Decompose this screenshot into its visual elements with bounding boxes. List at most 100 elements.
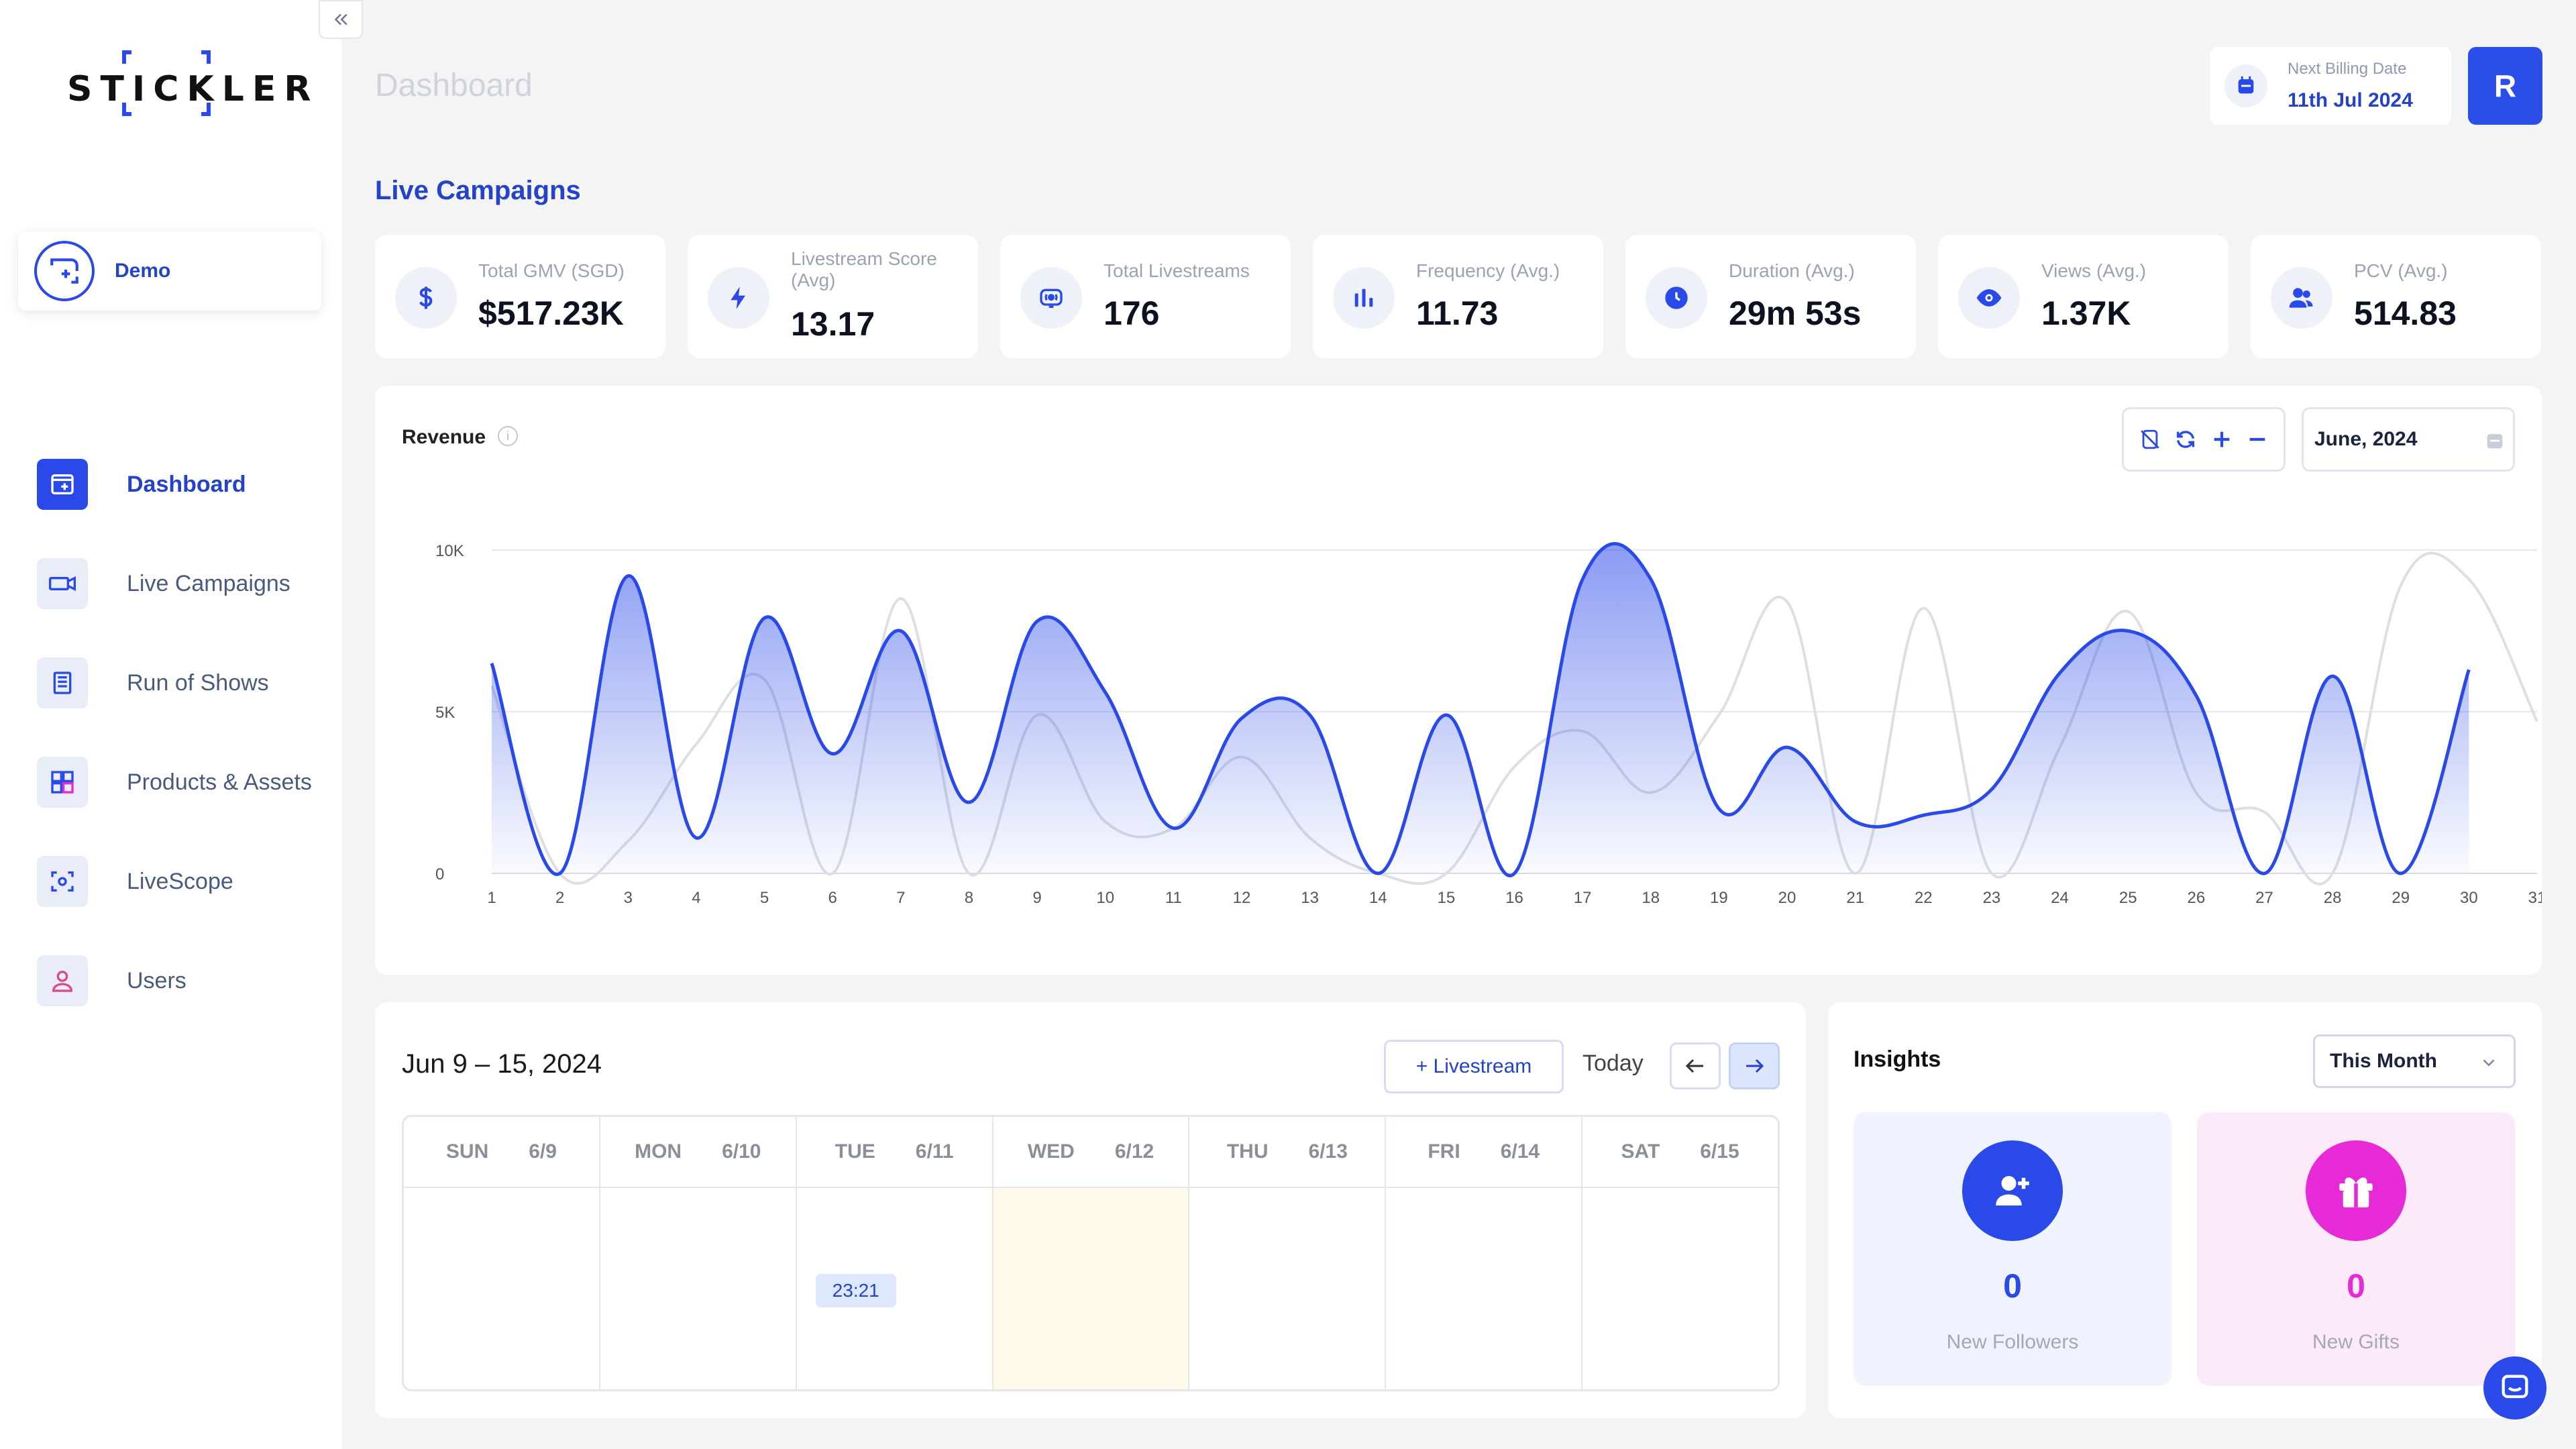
billing-date: 11th Jul 2024	[2288, 89, 2413, 111]
revenue-title: Revenue	[402, 426, 486, 448]
x-tick-label: 13	[1301, 889, 1319, 907]
calendar-event[interactable]: 23:21	[815, 1274, 896, 1307]
sidebar-item-label: Live Campaigns	[127, 570, 290, 596]
day-date: 6/11	[915, 1140, 954, 1163]
x-tick-label: 27	[2255, 889, 2273, 907]
x-tick-label: 23	[1983, 889, 2001, 907]
insights-card: Insights This Month 0 New Followers 0 Ne…	[1828, 1002, 2542, 1418]
x-tick-label: 31	[2528, 889, 2542, 907]
x-tick-label: 4	[692, 889, 700, 907]
day-name: FRI	[1428, 1140, 1460, 1163]
logo-corner-mark	[122, 50, 131, 64]
day-column-today[interactable]: WED 6/12	[993, 1117, 1190, 1389]
x-tick-label: 16	[1505, 889, 1523, 907]
calendar-icon	[2224, 64, 2267, 107]
chart-toolbar	[2122, 407, 2286, 472]
calendar-icon	[2487, 434, 2503, 449]
sidebar-item-label: Users	[127, 967, 186, 994]
today-button[interactable]: Today	[1582, 1051, 1644, 1077]
day-column[interactable]: FRI 6/14	[1386, 1117, 1583, 1389]
insights-period-select[interactable]: This Month	[2313, 1034, 2516, 1088]
products-grid-icon	[37, 757, 88, 808]
day-column[interactable]: MON 6/10	[600, 1117, 797, 1389]
day-date: 6/10	[722, 1140, 761, 1163]
x-tick-label: 1	[487, 889, 496, 907]
dollar-icon	[395, 267, 457, 329]
revenue-chart: 05K10K1 2 3 4 5 6 7 8 9 10 11 12 13 14 15 16 17 18 19 20 21 2…	[435, 542, 2542, 907]
day-date: 6/9	[529, 1140, 557, 1163]
sidebar-nav: Dashboard Live Campaigns Run of Shows Pr…	[37, 435, 332, 1030]
sidebar-item-live-campaigns[interactable]: Live Campaigns	[37, 534, 332, 633]
sidebar-item-livescope[interactable]: LiveScope	[37, 832, 332, 931]
arrow-right-icon	[1746, 1059, 1764, 1073]
sidebar-item-dashboard[interactable]: Dashboard	[37, 435, 332, 534]
x-tick-label: 3	[624, 889, 633, 907]
chevron-down-icon	[2483, 1059, 2495, 1067]
next-week-button[interactable]	[1729, 1042, 1780, 1089]
stat-label: Total GMV (SGD)	[478, 260, 625, 281]
sidebar-item-label: Run of Shows	[127, 669, 269, 696]
new-gifts-card: 0 New Gifts	[2197, 1112, 2515, 1386]
stat-card-livestream-score: Livestream Score (Avg) 13.17	[688, 235, 978, 358]
month-picker[interactable]: June, 2024	[2302, 407, 2515, 472]
add-livestream-button[interactable]: + Livestream	[1384, 1040, 1564, 1093]
avatar[interactable]: R	[2468, 47, 2542, 125]
chat-support-button[interactable]	[2483, 1356, 2546, 1419]
day-name: MON	[635, 1140, 682, 1163]
document-list-icon	[37, 657, 88, 708]
x-tick-label: 15	[1438, 889, 1456, 907]
day-column[interactable]: SAT 6/15	[1582, 1117, 1778, 1389]
x-tick-label: 11	[1165, 889, 1182, 907]
month-picker-value: June, 2024	[2314, 428, 2418, 450]
gift-icon	[2306, 1140, 2406, 1241]
prev-week-button[interactable]	[1670, 1042, 1721, 1089]
day-date: 6/12	[1114, 1140, 1155, 1163]
day-date: 6/13	[1308, 1140, 1348, 1163]
stat-value: 11.73	[1416, 294, 1499, 332]
new-followers-value: 0	[2003, 1267, 2022, 1305]
x-tick-label: 2	[555, 889, 564, 907]
eye-icon	[1958, 267, 2020, 329]
refresh-icon[interactable]	[2171, 425, 2200, 454]
info-icon[interactable]: i	[498, 426, 518, 446]
stat-value: 514.83	[2354, 294, 2457, 332]
x-tick-label: 17	[1574, 889, 1592, 907]
day-column[interactable]: THU 6/13	[1189, 1117, 1387, 1389]
user-icon	[37, 955, 88, 1006]
sidebar-item-label: Products & Assets	[127, 769, 312, 795]
stat-card-views: Views (Avg.) 1.37K	[1938, 235, 2229, 358]
add-user-icon	[1962, 1140, 2063, 1241]
stat-label: PCV (Avg.)	[2354, 260, 2448, 281]
day-name: THU	[1226, 1140, 1269, 1163]
stat-card-total-gmv: Total GMV (SGD) $517.23K	[375, 235, 665, 358]
workspace-name: Demo	[115, 260, 171, 282]
zoom-out-icon[interactable]	[2243, 425, 2272, 454]
sidebar-item-users[interactable]: Users	[37, 931, 332, 1030]
stat-label: Views (Avg.)	[2041, 260, 2147, 281]
billing-label: Next Billing Date	[2288, 60, 2407, 78]
x-tick-label: 12	[1233, 889, 1251, 907]
x-tick-label: 5	[760, 889, 769, 907]
x-tick-label: 7	[896, 889, 905, 907]
stat-card-duration: Duration (Avg.) 29m 53s	[1625, 235, 1916, 358]
day-column[interactable]: TUE 6/11 23:21	[796, 1117, 994, 1389]
day-column[interactable]: SUN 6/9	[404, 1117, 600, 1389]
workspace-icon	[34, 241, 95, 301]
page-title: Dashboard	[375, 68, 533, 103]
collapse-sidebar-button[interactable]	[319, 0, 363, 39]
stat-value: 29m 53s	[1729, 294, 1862, 332]
zoom-in-icon[interactable]	[2207, 425, 2237, 454]
workspace-switcher[interactable]: Demo	[18, 231, 321, 311]
stat-label: Duration (Avg.)	[1729, 260, 1855, 281]
calendar-card: Jun 9 – 15, 2024 + Livestream Today SUN 6…	[375, 1002, 1806, 1418]
day-name: SAT	[1621, 1140, 1660, 1163]
sidebar-item-run-of-shows[interactable]: Run of Shows	[37, 633, 332, 733]
day-date: 6/14	[1500, 1140, 1540, 1163]
logo[interactable]: STICKLER	[67, 50, 311, 117]
reset-zoom-icon[interactable]	[2135, 425, 2165, 454]
sidebar-item-products-assets[interactable]: Products & Assets	[37, 733, 332, 832]
stat-value: $517.23K	[478, 294, 624, 332]
x-tick-label: 26	[2187, 889, 2205, 907]
stat-value: 176	[1104, 294, 1160, 332]
x-tick-label: 18	[1642, 889, 1660, 907]
